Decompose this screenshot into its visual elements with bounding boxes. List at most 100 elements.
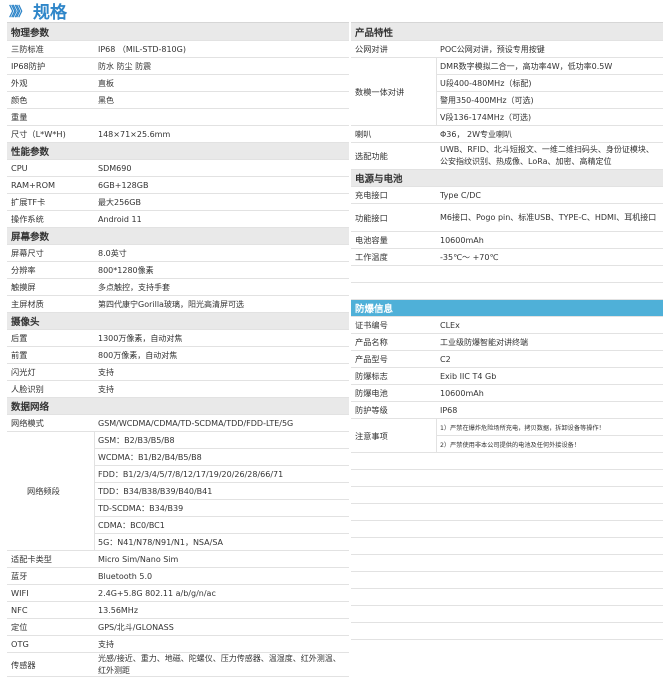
table-row: WIFI 2.4G+5.8G 802.11 a/b/g/n/ac <box>7 585 349 602</box>
row-value: GPS/北斗/GLONASS <box>98 622 174 632</box>
row-label: 防护等级 <box>355 405 388 415</box>
row-label: 触摸屏 <box>11 282 36 292</box>
table-row: 产品型号 C2 <box>351 351 663 368</box>
empty-row <box>351 606 663 623</box>
empty-row <box>351 283 663 300</box>
row-value: IP68 （MIL-STD-810G) <box>98 44 186 54</box>
row-label: 外观 <box>11 78 28 88</box>
table-row: IP68防护 防水 防尘 防震 <box>7 58 349 75</box>
row-label: 蓝牙 <box>11 571 28 581</box>
table-row: RAM+ROM 6GB+128GB <box>7 177 349 194</box>
section-network: 数据网络 <box>7 398 349 415</box>
bands-block: 网络频段 GSM：B2/B3/B5/B8 WCDMA：B1/B2/B4/B5/B… <box>7 432 349 551</box>
row-label: 屏幕尺寸 <box>11 248 44 258</box>
row-label: 防爆电池 <box>355 388 388 398</box>
row-value: IP68 <box>440 405 458 415</box>
table-row: 重量 <box>7 109 349 126</box>
list-item: 2）严禁使用非本公司提供的电池及任何外接设备！ <box>437 436 663 453</box>
table-row: 分辨率 800*1280像素 <box>7 262 349 279</box>
section-camera: 摄像头 <box>7 313 349 330</box>
row-label: 三防标准 <box>11 44 44 54</box>
row-label: WIFI <box>11 588 29 598</box>
row-label: 选配功能 <box>355 151 388 161</box>
row-label: 后置 <box>11 333 28 343</box>
row-value: CLEx <box>440 320 460 330</box>
row-label: 尺寸（L*W*H) <box>11 129 66 139</box>
dmr-value: U段400-480MHz（标配) <box>440 78 532 88</box>
section-title: 摄像头 <box>11 317 40 328</box>
row-label: OTG <box>11 639 29 649</box>
list-item: V段136-174MHz（可选) <box>437 109 663 126</box>
row-value: 工业级防爆智能对讲终端 <box>440 337 528 347</box>
table-row: 证书编号 CLEx <box>351 317 663 334</box>
row-value: 6GB+128GB <box>98 180 149 190</box>
left-spec-table: 物理参数 三防标准 IP68 （MIL-STD-810G) IP68防护 防水 防尘… <box>7 22 349 677</box>
row-value: Micro Sim/Nano Sim <box>98 554 179 564</box>
table-row: 防爆标志 Exib IIC T4 Gb <box>351 368 663 385</box>
row-label: 定位 <box>11 622 28 632</box>
row-label: CPU <box>11 163 28 173</box>
dmr-value: 警用350-400MHz（可选) <box>440 95 534 105</box>
table-row: 前置 800万像素，自动对焦 <box>7 347 349 364</box>
table-row: 扩展TF卡 最大256GB <box>7 194 349 211</box>
note-text: 2）严禁使用非本公司提供的电池及任何外接设备！ <box>440 442 581 449</box>
row-value: Exib IIC T4 Gb <box>440 371 497 381</box>
row-value: 最大256GB <box>98 197 141 207</box>
table-row: 选配功能 UWB、RFID、北斗短报文、一维二维扫码头、身份证模块、公安指纹识别、… <box>351 143 663 170</box>
page-title: 规格 <box>33 2 68 23</box>
table-row: 传感器 光感/接近、重力、地磁、陀螺仪、压力传感器、温湿度、红外测温、红外测距 <box>7 653 349 677</box>
row-label: RAM+ROM <box>11 180 56 190</box>
empty-row <box>351 470 663 487</box>
table-row: 闪光灯 支持 <box>7 364 349 381</box>
table-row: 电池容量 10600mAh <box>351 232 663 249</box>
row-value: 光感/接近、重力、地磁、陀螺仪、压力传感器、温湿度、红外测温、红外测距 <box>98 653 341 675</box>
row-value: 8.0英寸 <box>98 248 127 258</box>
table-row: NFC 13.56MHz <box>7 602 349 619</box>
row-label: 电池容量 <box>355 235 388 245</box>
row-value: POC公网对讲，预设专用按键 <box>440 44 545 54</box>
section-screen: 屏幕参数 <box>7 228 349 245</box>
list-item: CDMA：BC0/BC1 <box>95 517 349 534</box>
section-title: 数据网络 <box>11 402 50 413</box>
table-row: 操作系统 Android 11 <box>7 211 349 228</box>
list-item: WCDMA：B1/B2/B4/B5/B8 <box>95 449 349 466</box>
row-label: 操作系统 <box>11 214 44 224</box>
empty-row <box>351 589 663 606</box>
row-label: 重量 <box>11 112 28 122</box>
section-features: 产品特性 <box>351 23 663 41</box>
row-value: C2 <box>440 354 451 364</box>
row-label: 人脸识别 <box>11 384 44 394</box>
section-explosion-proof: 防爆信息 <box>351 300 663 317</box>
table-row: 人脸识别 支持 <box>7 381 349 398</box>
table-row: 充电接口 Type C/DC <box>351 187 663 204</box>
row-value: 10600mAh <box>440 388 484 398</box>
table-row: 颜色 黑色 <box>7 92 349 109</box>
list-item: 警用350-400MHz（可选) <box>437 92 663 109</box>
row-value: UWB、RFID、北斗短报文、一维二维扫码头、身份证模块、公安指纹识别、热成像、… <box>440 145 654 166</box>
row-label: 防爆标志 <box>355 371 388 381</box>
band-value: TD-SCDMA：B34/B39 <box>98 503 184 513</box>
list-item: 5G：N41/N78/N91/N1，NSA/SA <box>95 534 349 551</box>
table-row: 网络模式 GSM/WCDMA/CDMA/TD-SCDMA/TDD/FDD-LTE/… <box>7 415 349 432</box>
empty-row <box>351 538 663 555</box>
row-value: 800*1280像素 <box>98 265 154 275</box>
empty-row <box>351 487 663 504</box>
list-item: TD-SCDMA：B34/B39 <box>95 500 349 517</box>
row-value: 直板 <box>98 78 114 88</box>
row-label: 功能接口 <box>355 212 388 223</box>
band-value: FDD：B1/2/3/4/5/7/8/12/17/19/20/26/28/66/… <box>98 469 284 479</box>
table-row: 适配卡类型 Micro Sim/Nano Sim <box>7 551 349 568</box>
table-row: 公网对讲 POC公网对讲，预设专用按键 <box>351 41 663 58</box>
table-row: 防护等级 IP68 <box>351 402 663 419</box>
list-item: U段400-480MHz（标配) <box>437 75 663 92</box>
row-label: IP68防护 <box>11 61 46 71</box>
row-label: 公网对讲 <box>355 44 388 54</box>
list-item: 1）严禁在爆炸危险场所充电，拷贝数据，拆卸设备等操作！ <box>437 419 663 436</box>
row-label: 前置 <box>11 350 28 360</box>
row-label: 注意事项 <box>355 430 388 441</box>
list-item: GSM：B2/B3/B5/B8 <box>95 432 349 449</box>
row-label: 闪光灯 <box>11 367 36 377</box>
section-physical: 物理参数 <box>7 23 349 41</box>
row-label: 工作温度 <box>355 252 388 262</box>
section-title: 产品特性 <box>355 27 394 39</box>
